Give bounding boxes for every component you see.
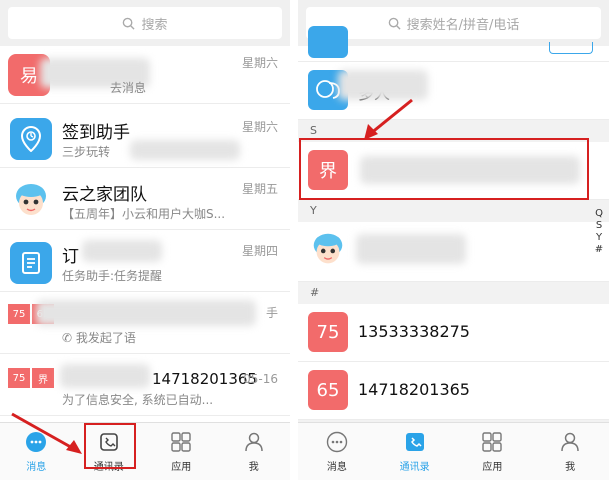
tab-apps[interactable]: 应用 <box>145 423 218 480</box>
tab-label: 应用 <box>482 462 503 473</box>
search-icon <box>388 17 401 30</box>
contacts-screen: 搜索姓名/拼音/电话 多人 S 界 Y # 75 13533338275 65 … <box>298 0 609 480</box>
chat-item[interactable]: 75 界 14718201365 为了信息安全, 系统已自动... 05-16 <box>0 358 290 416</box>
highlight-box <box>84 423 136 469</box>
mini-avatar: 75 <box>8 304 30 324</box>
index-letter[interactable]: # <box>593 244 605 256</box>
chat-item[interactable]: 75 65 ✆ 我发起了语 手 <box>0 296 290 354</box>
chat-title: 订 <box>62 247 79 267</box>
messages-screen: 搜索 易 去消息 星期六 签到助手 三步玩转 星期六 云之家团队 【五周年】小云… <box>0 0 290 480</box>
contacts-icon <box>403 430 427 454</box>
search-placeholder: 搜索姓名/拼音/电话 <box>406 17 520 33</box>
tab-label: 消息 <box>326 462 347 473</box>
tab-label: 消息 <box>26 462 47 473</box>
tab-me[interactable]: 我 <box>531 423 609 480</box>
blurred-content <box>356 234 466 264</box>
highlight-box <box>299 138 589 200</box>
chat-item[interactable]: 订 任务助手:任务提醒 星期四 <box>0 234 290 292</box>
person-icon <box>242 430 266 454</box>
search-icon <box>123 17 136 30</box>
chat-time: 星期五 <box>241 182 278 196</box>
person-icon <box>558 430 582 454</box>
chat-subtitle: 三步玩转 <box>62 145 111 159</box>
tab-label: 我 <box>248 462 259 473</box>
apps-grid-icon <box>169 430 193 454</box>
index-letter[interactable]: S <box>593 220 605 232</box>
contact-avatar: 75 <box>308 312 348 352</box>
blurred-content <box>82 240 162 262</box>
chat-subtitle: 任务助手:任务提醒 <box>62 269 163 283</box>
mini-avatar: 界 <box>32 368 54 388</box>
blurred-content <box>130 140 240 160</box>
chat-item[interactable]: 易 去消息 星期六 <box>0 46 290 104</box>
chat-time: 手 <box>265 306 278 320</box>
search-bar: 搜索 <box>0 0 290 46</box>
tab-label: 我 <box>565 462 576 473</box>
tab-me[interactable]: 我 <box>218 423 291 480</box>
contact-name: 14718201365 <box>358 380 470 399</box>
tab-contacts[interactable]: 通讯录 <box>376 423 454 480</box>
cloud-mascot-icon <box>10 180 52 222</box>
section-header-hash: # <box>298 282 609 304</box>
chat-title: 云之家团队 <box>62 185 147 205</box>
arrow-annotation <box>364 98 413 140</box>
blurred-content <box>60 364 150 388</box>
alphabet-index[interactable]: Q S Y # <box>593 208 605 256</box>
chat-subtitle: 为了信息安全, 系统已自动... <box>62 393 214 407</box>
mini-avatar: 75 <box>8 368 30 388</box>
chat-title: 签到助手 <box>62 123 130 143</box>
chat-bubble-icon <box>325 430 349 454</box>
section-header-y: Y <box>298 200 609 222</box>
task-list-icon <box>10 242 52 284</box>
index-letter[interactable]: Y <box>593 232 605 244</box>
search-input[interactable]: 搜索 <box>8 7 282 39</box>
avatar-text: 易 <box>20 66 38 87</box>
chat-subtitle: 去消息 <box>110 81 147 95</box>
cloud-mascot-icon <box>308 230 348 270</box>
blurred-content <box>36 300 256 326</box>
divider <box>290 0 298 480</box>
chat-time: 05-16 <box>243 372 278 386</box>
contact-avatar: 65 <box>308 370 348 410</box>
contact-row-75[interactable]: 75 13533338275 <box>298 304 609 362</box>
tab-label: 应用 <box>171 462 192 473</box>
location-pin-icon <box>10 118 52 160</box>
chat-subtitle: 【五周年】小云和用户大咖S... <box>62 207 226 221</box>
chat-title-number: 14718201365 <box>152 370 257 388</box>
chat-item[interactable]: 云之家团队 【五周年】小云和用户大咖S... 星期五 <box>0 172 290 230</box>
chat-subtitle-text: 我发起了语 <box>75 331 136 345</box>
group-avatar: 75 界 <box>8 368 54 414</box>
arrow-annotation <box>11 412 82 454</box>
tab-messages[interactable]: 消息 <box>298 423 376 480</box>
chat-item[interactable]: 签到助手 三步玩转 星期六 <box>0 110 290 168</box>
contact-name: 13533338275 <box>358 322 470 341</box>
contact-row-65[interactable]: 65 14718201365 <box>298 362 609 420</box>
chat-subtitle: ✆ 我发起了语 <box>62 329 136 346</box>
contact-row-partial[interactable] <box>298 26 609 62</box>
chat-time: 星期六 <box>241 56 278 70</box>
search-placeholder: 搜索 <box>141 17 168 33</box>
action-button-partial[interactable] <box>549 42 593 54</box>
index-letter[interactable]: Q <box>593 208 605 220</box>
apps-grid-icon <box>480 430 504 454</box>
tab-label: 通讯录 <box>399 462 430 473</box>
phone-icon: ✆ <box>62 331 76 345</box>
bottom-tab-bar: 消息 通讯录 应用 我 <box>298 422 609 480</box>
tab-apps[interactable]: 应用 <box>454 423 532 480</box>
contact-avatar <box>308 26 348 58</box>
chat-time: 星期六 <box>241 120 278 134</box>
contact-row-group[interactable]: 多人 <box>298 62 609 120</box>
chat-time: 星期四 <box>241 244 278 258</box>
search-input[interactable]: 搜索姓名/拼音/电话 <box>306 7 601 39</box>
contact-row-yun[interactable] <box>298 222 609 282</box>
